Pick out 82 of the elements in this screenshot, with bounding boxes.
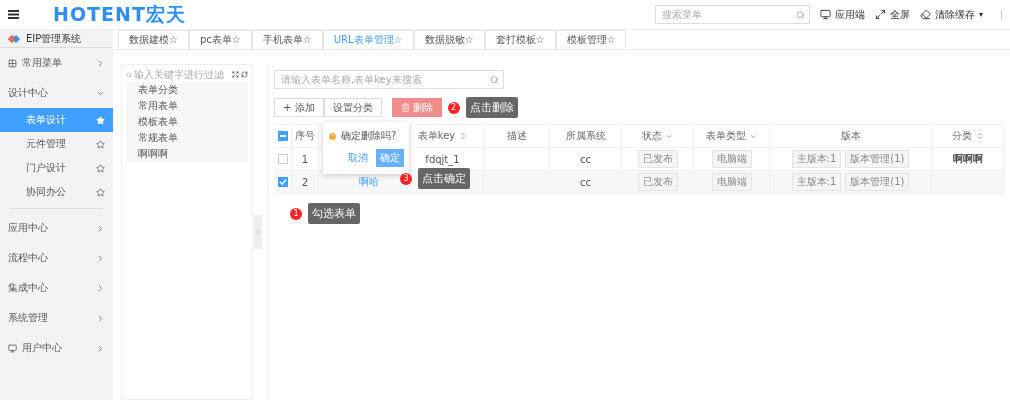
tree-node[interactable]: 常用表单 <box>126 98 248 114</box>
header-action[interactable]: 应用端 <box>835 7 865 22</box>
annotation-label: 点击删除 <box>465 97 518 118</box>
caret-icon[interactable]: ▾ <box>979 10 983 19</box>
column-header: 版本 <box>840 129 861 143</box>
annotation-label: 点击确定 <box>418 168 470 189</box>
sidebar-item[interactable]: 门户设计 <box>0 156 113 180</box>
menu-icon[interactable] <box>8 10 19 19</box>
refresh-icon[interactable] <box>241 70 248 79</box>
tab[interactable]: pc表单☆ <box>188 30 252 49</box>
logo: HOTENT宏天 <box>53 1 186 27</box>
tree-node[interactable]: 常规表单 <box>126 130 248 146</box>
column-header: 序号 <box>295 129 315 143</box>
search-icon <box>126 70 133 79</box>
search-field[interactable]: 请输入表单名称,表单key来搜索 <box>274 70 504 89</box>
tab[interactable]: 套打模板☆ <box>484 30 556 49</box>
type-tag: 电脑端 <box>711 173 752 191</box>
star-icon[interactable] <box>96 187 105 197</box>
table-cell: 1 <box>292 148 319 170</box>
grid-icon <box>8 58 17 68</box>
search-icon <box>490 75 499 84</box>
table-cell: cc <box>550 148 622 170</box>
status-tag: 已发布 <box>637 173 678 191</box>
table-cell: fdqjt_1 <box>425 153 460 165</box>
sidebar-group[interactable]: 流程中心 <box>0 243 113 273</box>
diamond-logo-icon <box>8 34 20 43</box>
sidebar-group[interactable]: 常用菜单 <box>0 48 113 78</box>
tree-node[interactable]: 啊啊啊 <box>126 146 248 162</box>
annotation-label: 勾选表单 <box>308 203 360 224</box>
sidebar-group[interactable]: 应用中心 <box>0 213 113 243</box>
classify-button[interactable]: 设置分类 <box>323 98 382 117</box>
tree-node[interactable]: 模板表单 <box>126 114 248 130</box>
tab[interactable]: 手机表单☆ <box>251 30 323 49</box>
sidebar-item[interactable]: 协同办公 <box>0 180 113 204</box>
sidebar-item[interactable]: 元件管理 <box>0 132 113 156</box>
version-tag: 主版本:1 <box>791 150 842 168</box>
sidebar-group[interactable]: 系统管理 <box>0 303 113 333</box>
select-all-checkbox[interactable] <box>277 131 288 141</box>
sidebar-group[interactable]: 集成中心 <box>0 273 113 303</box>
header-action[interactable]: 全屏 <box>890 7 910 22</box>
status-tag: 已发布 <box>637 150 678 168</box>
row-checkbox[interactable] <box>277 154 288 164</box>
star-icon[interactable] <box>96 163 105 173</box>
trash-icon <box>400 103 410 112</box>
column-header: 所属系统 <box>565 129 606 143</box>
system-name: EIP管理系统 <box>26 31 82 46</box>
fullscreen-icon <box>875 9 886 20</box>
sidebar-group[interactable]: 用户中心 <box>0 333 113 363</box>
monitor-icon <box>8 343 17 353</box>
collapse-handle[interactable] <box>254 215 262 249</box>
sort-icon[interactable] <box>459 132 468 140</box>
tab[interactable]: 模板管理☆ <box>555 30 627 49</box>
table-cell: cc <box>550 171 622 193</box>
question-icon <box>328 131 337 141</box>
popover-message: 确定删除吗? <box>341 129 397 143</box>
type-tag: 电脑端 <box>711 150 752 168</box>
search-field[interactable]: 搜索菜单 <box>655 5 810 24</box>
sort-icon[interactable] <box>975 132 984 140</box>
table-cell: 啊啊啊 <box>952 152 983 166</box>
eraser-icon <box>920 9 931 20</box>
step-number: 2 <box>447 101 460 114</box>
header-action[interactable]: 清除缓存 <box>935 7 975 22</box>
table-cell: 2 <box>292 171 319 193</box>
tab[interactable]: 数据脱敏☆ <box>413 30 485 49</box>
column-header: 表单类型 <box>706 129 746 143</box>
sidebar-group[interactable]: 设计中心 <box>0 78 113 108</box>
version-tag: 主版本:1 <box>791 173 842 191</box>
column-header: 描述 <box>506 129 527 143</box>
search-icon <box>796 10 805 19</box>
row-checkbox[interactable] <box>277 177 288 187</box>
column-header: 分类 <box>951 129 972 143</box>
step-number: 1 <box>290 207 302 220</box>
star-icon[interactable] <box>96 139 105 149</box>
column-header: 状态 <box>642 129 662 143</box>
column-header: 表单key <box>417 129 456 143</box>
add-button[interactable]: + 添加 <box>274 98 324 117</box>
filter-icon[interactable] <box>666 132 673 140</box>
expand-icon[interactable] <box>232 70 240 79</box>
tab[interactable]: 数据建模☆ <box>118 30 189 49</box>
filter-icon[interactable] <box>750 132 757 140</box>
monitor-icon <box>820 9 831 20</box>
tree-node[interactable]: 表单分类 <box>126 82 248 98</box>
